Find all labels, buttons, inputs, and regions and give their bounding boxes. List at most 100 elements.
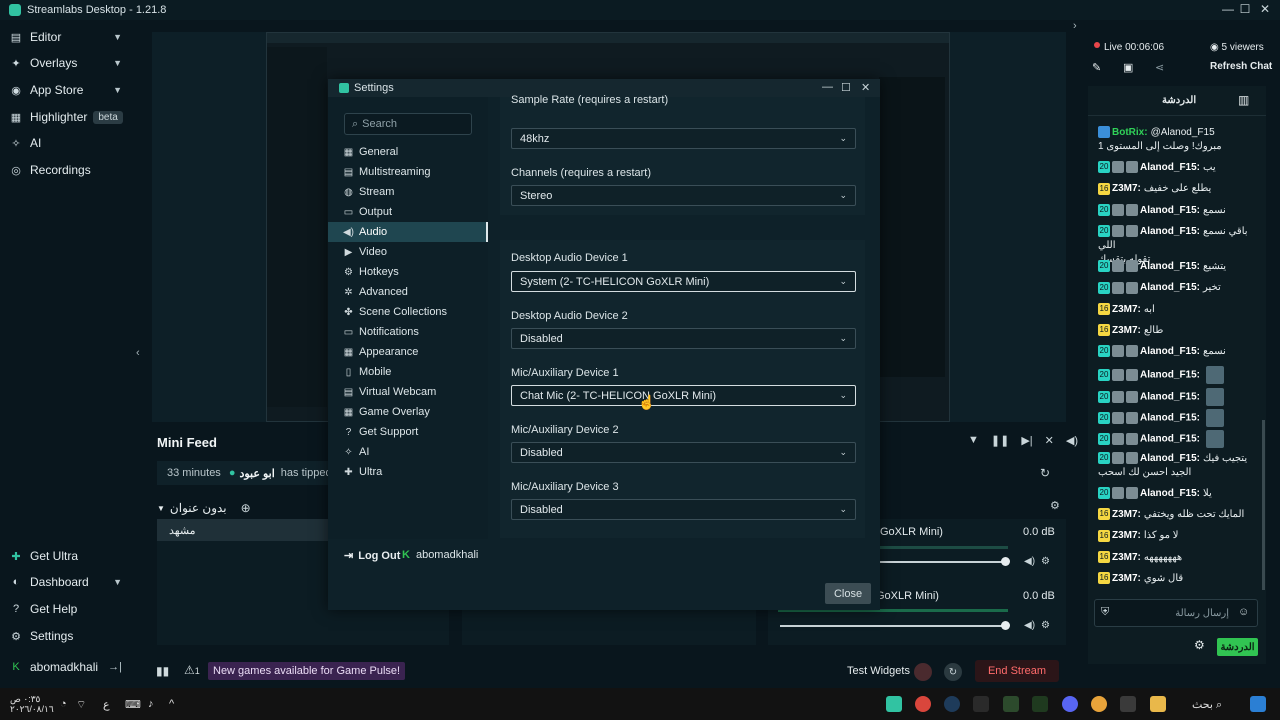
chat-username[interactable]: Alanod_F15:	[1140, 413, 1200, 424]
info-icon[interactable]: ▣	[1123, 61, 1133, 74]
mute-alerts-icon[interactable]: ✕	[1045, 434, 1054, 447]
chat-settings-icon[interactable]: ⚙	[1194, 638, 1205, 652]
refresh-icon[interactable]: ↻	[1040, 466, 1050, 480]
chat-username[interactable]: Alanod_F15:	[1140, 391, 1200, 402]
settings-nav-mobile[interactable]: ▯ Mobile	[328, 362, 488, 382]
volume-icon[interactable]: ◀)	[1066, 434, 1078, 447]
chat-username[interactable]: Z3M7:	[1112, 304, 1141, 315]
shield-icon[interactable]: ⛨	[1101, 606, 1109, 619]
edit-icon[interactable]: ✎	[1092, 61, 1101, 74]
emote-picker-icon[interactable]: ☺	[1238, 606, 1249, 618]
keyboard-icon[interactable]: ⌨	[125, 698, 141, 711]
stats-icon[interactable]: ▮▮	[156, 664, 169, 678]
chat-username[interactable]: Alanod_F15:	[1140, 346, 1200, 357]
nav-ai[interactable]: ✧ AI	[10, 132, 128, 154]
chat-send-button[interactable]: الدردشة	[1217, 638, 1258, 656]
wifi-icon[interactable]: ⌔	[76, 698, 86, 712]
settings-nav-hotkeys[interactable]: ⚙ Hotkeys	[328, 262, 488, 282]
chat-username[interactable]: Z3M7:	[1112, 530, 1141, 541]
nav-highlighter[interactable]: ▦ Highlighter beta	[10, 106, 128, 128]
minimize-icon[interactable]: —	[822, 81, 833, 93]
chat-username[interactable]: Z3M7:	[1112, 325, 1141, 336]
settings-nav-game-overlay[interactable]: ▦ Game Overlay	[328, 402, 488, 422]
settings-nav-general[interactable]: ▦ General	[328, 142, 488, 162]
settings-nav-output[interactable]: ▭ Output	[328, 202, 488, 222]
chat-username[interactable]: Alanod_F15:	[1140, 488, 1200, 499]
nvidia-taskbar-icon[interactable]	[1032, 696, 1048, 712]
taskbar-clock[interactable]: ٠:٣٥ ص ٢٠٢٦/٠٨/١٦	[10, 694, 54, 714]
settings-nav-advanced[interactable]: ✲ Advanced	[328, 282, 488, 302]
volume-slider[interactable]	[780, 625, 1008, 627]
filter-icon[interactable]: ▼	[968, 434, 979, 447]
mic-aux-1-select[interactable]: Chat Mic (2- TC-HELICON GoXLR Mini) ⌄	[511, 385, 856, 406]
volume-icon[interactable]: ◀)	[1024, 556, 1035, 567]
app-taskbar-icon[interactable]	[973, 696, 989, 712]
end-stream-button[interactable]: End Stream	[975, 660, 1059, 682]
nav-get-ultra[interactable]: ✚ Get Ultra	[10, 545, 128, 567]
mic-aux-3-select[interactable]: Disabled ⌄	[511, 499, 856, 520]
chat-username[interactable]: Alanod_F15:	[1140, 162, 1200, 173]
pause-icon[interactable]: ❚❚	[991, 434, 1009, 447]
settings-nav-ultra[interactable]: ✚ Ultra	[328, 462, 488, 482]
nav-editor[interactable]: ▤ Editor ▼	[10, 26, 128, 48]
test-widgets-button[interactable]: Test Widgets	[847, 665, 910, 677]
settings-nav-get-support[interactable]: ? Get Support	[328, 422, 488, 442]
store-taskbar-icon[interactable]	[1120, 696, 1136, 712]
settings-nav-appearance[interactable]: ▦ Appearance	[328, 342, 488, 362]
mic-aux-2-select[interactable]: Disabled ⌄	[511, 442, 856, 463]
chat-tab[interactable]: الدردشة	[1162, 95, 1196, 106]
volume-icon[interactable]: ◀)	[1024, 620, 1035, 631]
collapse-right-icon[interactable]: ›	[1073, 20, 1077, 32]
chat-input[interactable]: إرسال رسالة	[1094, 599, 1258, 627]
skip-icon[interactable]: ▶|	[1021, 434, 1032, 447]
nav-settings[interactable]: ⚙ Settings	[10, 625, 128, 647]
gear-icon[interactable]: ⚙	[1041, 556, 1050, 567]
chat-scrollbar[interactable]	[1262, 420, 1265, 590]
xbox-taskbar-icon[interactable]	[1003, 696, 1019, 712]
desktop-audio-2-select[interactable]: Disabled ⌄	[511, 328, 856, 349]
tray-chevron-icon[interactable]: ^	[169, 698, 174, 710]
collapse-left-icon[interactable]: ‹	[136, 347, 140, 359]
language-indicator[interactable]: ع	[103, 698, 110, 711]
refresh-chat-button[interactable]: Refresh Chat	[1210, 61, 1272, 72]
share-icon[interactable]: ⋖	[1155, 61, 1164, 74]
gear-icon[interactable]: ⚙	[1041, 620, 1050, 631]
settings-search-input[interactable]: ⌕ Search	[344, 113, 472, 135]
alert-icon[interactable]: ⚠1	[184, 663, 200, 677]
nav-get-help[interactable]: ? Get Help	[10, 598, 128, 620]
sample-rate-select[interactable]: 48khz ⌄	[511, 128, 856, 149]
settings-nav-ai[interactable]: ✧ AI	[328, 442, 488, 462]
windows-start-icon[interactable]	[1250, 696, 1266, 712]
nav-app-store[interactable]: ◉ App Store ▼	[10, 79, 128, 101]
settings-nav-audio[interactable]: ◀) Audio	[328, 222, 488, 242]
chat-username[interactable]: Alanod_F15:	[1140, 282, 1200, 293]
chat-username[interactable]: Alanod_F15:	[1140, 205, 1200, 216]
maximize-icon[interactable]: ☐	[841, 81, 851, 94]
chat-username[interactable]: Alanod_F15:	[1140, 261, 1200, 272]
nav-dashboard[interactable]: ◐ Dashboard ▼	[10, 571, 128, 593]
close-button[interactable]: Close	[825, 583, 871, 604]
record-button[interactable]	[914, 663, 932, 681]
logout-icon[interactable]: →|	[108, 661, 122, 673]
steam-taskbar-icon[interactable]	[944, 696, 960, 712]
close-window-icon[interactable]: ✕	[1255, 2, 1275, 16]
chat-username[interactable]: Alanod_F15:	[1140, 434, 1200, 445]
chat-username[interactable]: Z3M7:	[1112, 509, 1141, 520]
close-icon[interactable]: ✕	[861, 81, 870, 94]
chat-username[interactable]: Z3M7:	[1112, 573, 1141, 584]
settings-nav-stream[interactable]: ◍ Stream	[328, 182, 488, 202]
scene-collection-header[interactable]: ▼ بدون عنوان ⊕	[157, 497, 331, 519]
desktop-audio-1-select[interactable]: System (2- TC-HELICON GoXLR Mini) ⌄	[511, 271, 856, 292]
nav-recordings[interactable]: ◎ Recordings	[10, 159, 128, 181]
add-scene-icon[interactable]: ⊕	[241, 501, 251, 515]
nav-user[interactable]: Kabomadkhali →|	[10, 656, 128, 678]
taskbar-search[interactable]: بحث ⌕	[1192, 698, 1222, 712]
chat-username[interactable]: Alanod_F15:	[1140, 226, 1200, 237]
logout-button[interactable]: ⇥ Log Out	[344, 549, 400, 563]
settings-nav-virtual-webcam[interactable]: ▤ Virtual Webcam	[328, 382, 488, 402]
file-explorer-taskbar-icon[interactable]	[1150, 696, 1166, 712]
notifications-icon[interactable]: ◔	[60, 698, 67, 710]
scene-item[interactable]: مشهد	[157, 519, 331, 541]
chat-username[interactable]: Alanod_F15:	[1140, 370, 1200, 381]
chat-username[interactable]: Z3M7:	[1112, 552, 1141, 563]
